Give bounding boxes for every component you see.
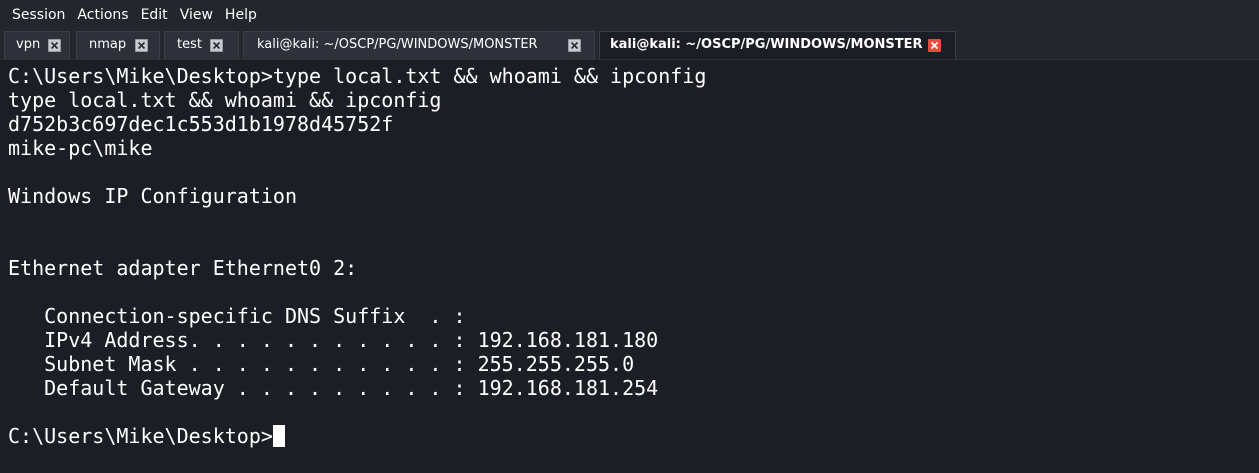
terminal-prompt-line: C:\Users\Mike\Desktop> [8, 424, 285, 448]
tab-test[interactable]: test [164, 31, 239, 59]
close-icon[interactable] [928, 39, 941, 52]
tab-label: nmap [89, 37, 127, 52]
close-icon[interactable] [568, 39, 581, 52]
tab-kali-monster-1[interactable]: kali@kali: ~/OSCP/PG/WINDOWS/MONSTER [243, 31, 595, 59]
tab-vpn[interactable]: vpn [4, 31, 70, 59]
terminal-prompt: C:\Users\Mike\Desktop> [8, 424, 273, 448]
close-icon[interactable] [210, 39, 223, 52]
terminal-line: Subnet Mask . . . . . . . . . . . : 255.… [8, 352, 635, 376]
tab-label: test [177, 37, 202, 52]
terminal-line: Connection-specific DNS Suffix . : [8, 304, 466, 328]
tab-kali-monster-active[interactable]: kali@kali: ~/OSCP/PG/WINDOWS/MONSTER [599, 31, 956, 59]
menu-actions[interactable]: Actions [71, 0, 134, 30]
terminal-line: Windows IP Configuration [8, 184, 297, 208]
menu-session[interactable]: Session [0, 0, 71, 30]
menu-bar: Session Actions Edit View Help [0, 0, 1259, 30]
terminal-line: type local.txt && whoami && ipconfig [8, 88, 442, 112]
terminal-line: d752b3c697dec1c553d1b1978d45752f [8, 112, 394, 136]
tab-label: kali@kali: ~/OSCP/PG/WINDOWS/MONSTER [257, 37, 538, 52]
tab-label: kali@kali: ~/OSCP/PG/WINDOWS/MONSTER [610, 37, 923, 52]
terminal-cursor [272, 425, 285, 447]
terminal-line: Ethernet adapter Ethernet0 2: [8, 256, 358, 280]
tab-label: vpn [16, 37, 41, 52]
terminal-output[interactable]: C:\Users\Mike\Desktop> type local.txt && … [0, 60, 1259, 473]
terminal-line: mike-pc\mike [8, 136, 153, 160]
menu-help[interactable]: Help [219, 0, 263, 30]
tab-nmap[interactable]: nmap [76, 31, 160, 59]
close-icon[interactable] [48, 39, 61, 52]
terminal-line: Default Gateway . . . . . . . . . : 192.… [8, 376, 659, 400]
terminal-line: C:\Users\Mike\Desktop>type local.txt && … [8, 64, 707, 88]
terminal-line: IPv4 Address. . . . . . . . . . . : 192.… [8, 328, 659, 352]
tab-bar: vpn nmap test kali@kali: ~/OSCP/PG/WINDO… [0, 30, 1259, 60]
close-icon[interactable] [135, 39, 148, 52]
menu-view[interactable]: View [174, 0, 219, 30]
menu-edit[interactable]: Edit [135, 0, 174, 30]
